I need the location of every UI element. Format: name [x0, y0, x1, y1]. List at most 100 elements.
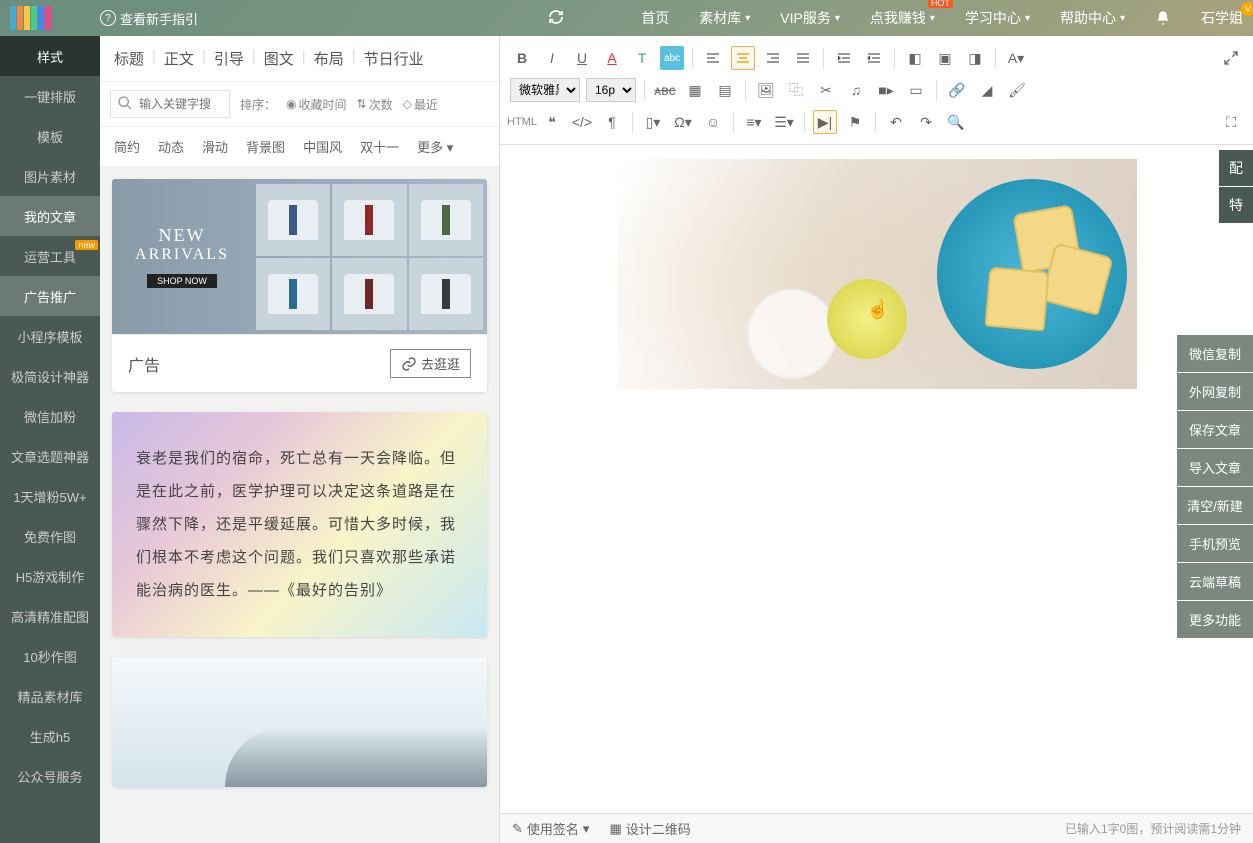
nav-materials[interactable]: 素材库: [699, 8, 750, 28]
tab-4[interactable]: 布局: [314, 48, 344, 69]
italic-button[interactable]: I: [540, 46, 564, 70]
sort-recent[interactable]: ◇ 最近: [403, 96, 438, 113]
qrcode-button[interactable]: ▦ 设计二维码: [609, 819, 690, 838]
align-center-button[interactable]: [731, 46, 755, 70]
tab-2[interactable]: 引导: [214, 48, 244, 69]
image-button[interactable]: 🖼: [754, 78, 778, 102]
grid-button[interactable]: ▤: [713, 78, 737, 102]
brush-button[interactable]: 🖌: [1005, 78, 1029, 102]
list-button[interactable]: ☰▾: [772, 110, 796, 134]
sidebar-item-11[interactable]: 1天增粉5W+: [0, 476, 100, 516]
sidebar-item-7[interactable]: 小程序模板: [0, 316, 100, 356]
page-button[interactable]: ▯▾: [641, 110, 665, 134]
action-4[interactable]: 清空/新建: [1177, 487, 1253, 524]
go-shopping-button[interactable]: 去逛逛: [390, 349, 471, 378]
bookmark-button[interactable]: ▶|: [813, 110, 837, 134]
bold-button[interactable]: B: [510, 46, 534, 70]
highlight-button[interactable]: abc: [660, 46, 684, 70]
sidebar-item-3[interactable]: 图片素材: [0, 156, 100, 196]
sidebar-item-13[interactable]: H5游戏制作: [0, 556, 100, 596]
video-button[interactable]: ■▸: [874, 78, 898, 102]
search-editor-button[interactable]: 🔍: [944, 110, 968, 134]
sidebar-item-8[interactable]: 极简设计神器: [0, 356, 100, 396]
template-card-bridge[interactable]: [112, 657, 487, 787]
sidebar-item-9[interactable]: 微信加粉: [0, 396, 100, 436]
sidebar-item-18[interactable]: 公众号服务: [0, 756, 100, 796]
redo-button[interactable]: ↷: [914, 110, 938, 134]
sidebar-item-17[interactable]: 生成h5: [0, 716, 100, 756]
sidebar-item-16[interactable]: 精品素材库: [0, 676, 100, 716]
sort-time[interactable]: ◉ 收藏时间: [286, 96, 347, 113]
underline-button[interactable]: U: [570, 46, 594, 70]
strikethrough-button[interactable]: ᴀʙᴄ: [653, 78, 677, 102]
card-button[interactable]: ▭: [904, 78, 928, 102]
float-right-button[interactable]: ◨: [963, 46, 987, 70]
template-card-quote[interactable]: 衰老是我们的宿命，死亡总有一天会降临。但是在此之前，医学护理可以决定这条道路是在…: [112, 412, 487, 637]
filter-4[interactable]: 中国风: [303, 137, 342, 156]
guide-link[interactable]: 查看新手指引: [100, 9, 198, 28]
search-box[interactable]: [110, 90, 230, 118]
logo[interactable]: [10, 3, 90, 33]
content-image[interactable]: ☝: [617, 159, 1137, 389]
nav-learn[interactable]: 学习中心: [965, 8, 1030, 28]
action-5[interactable]: 手机预览: [1177, 525, 1253, 562]
bell-icon[interactable]: [1155, 10, 1171, 26]
indent-left-button[interactable]: [832, 46, 856, 70]
signature-button[interactable]: ✎ 使用签名 ▾: [512, 819, 589, 838]
align-justify-button[interactable]: [791, 46, 815, 70]
action-3[interactable]: 导入文章: [1177, 449, 1253, 486]
indent-right-button[interactable]: [862, 46, 886, 70]
search-input[interactable]: [139, 97, 227, 111]
sidebar-item-4[interactable]: 我的文章: [0, 196, 100, 236]
filter-3[interactable]: 背景图: [246, 137, 285, 156]
filter-2[interactable]: 滑动: [202, 137, 228, 156]
template-card-ad[interactable]: NEW ARRIVALS SHOP NOW 广告 去逛逛: [112, 179, 487, 392]
editor-canvas[interactable]: ☝: [500, 145, 1253, 813]
float-none-button[interactable]: ▣: [933, 46, 957, 70]
tab-5[interactable]: 节日行业: [364, 48, 424, 69]
line-height-button[interactable]: ≡▾: [742, 110, 766, 134]
nav-vip[interactable]: VIP服务: [780, 8, 840, 28]
tab-1[interactable]: 正文: [164, 48, 194, 69]
sidebar-item-1[interactable]: 一键排版: [0, 76, 100, 116]
fullscreen-button[interactable]: ⛶: [1219, 110, 1243, 134]
align-right-button[interactable]: [761, 46, 785, 70]
undo-button[interactable]: ↶: [884, 110, 908, 134]
action-1[interactable]: 外网复制: [1177, 373, 1253, 410]
font-family-select[interactable]: 微软雅黑: [510, 78, 580, 102]
filter-5[interactable]: 双十一: [360, 137, 399, 156]
crop-button[interactable]: ✂: [814, 78, 838, 102]
nav-earn[interactable]: 点我赚钱HOT: [870, 8, 935, 28]
float-left-button[interactable]: ◧: [903, 46, 927, 70]
nav-help[interactable]: 帮助中心: [1060, 8, 1125, 28]
code-button[interactable]: </>: [570, 110, 594, 134]
bg-color-button[interactable]: T: [630, 46, 654, 70]
text-color-dropdown[interactable]: A▾: [1004, 46, 1028, 70]
sidebar-item-14[interactable]: 高清精准配图: [0, 596, 100, 636]
font-size-select[interactable]: 16px: [586, 78, 636, 102]
quote-button[interactable]: ❝: [540, 110, 564, 134]
tab-3[interactable]: 图文: [264, 48, 294, 69]
paragraph-button[interactable]: ¶: [600, 110, 624, 134]
template-list[interactable]: NEW ARRIVALS SHOP NOW 广告 去逛逛 衰老是我们的宿命，死亡…: [100, 167, 499, 843]
sidebar-item-10[interactable]: 文章选题神器: [0, 436, 100, 476]
flag-button[interactable]: ⚑: [843, 110, 867, 134]
refresh-icon[interactable]: [548, 9, 564, 28]
user-name[interactable]: 石学姐V: [1201, 8, 1243, 28]
tab-0[interactable]: 标题: [114, 48, 144, 69]
action-0[interactable]: 微信复制: [1177, 335, 1253, 372]
action-6[interactable]: 云端草稿: [1177, 563, 1253, 600]
sidebar-item-5[interactable]: 运营工具new: [0, 236, 100, 276]
omega-button[interactable]: Ω▾: [671, 110, 695, 134]
filter-1[interactable]: 动态: [158, 137, 184, 156]
filter-6[interactable]: 更多 ▾: [417, 137, 453, 156]
sidebar-item-0[interactable]: 样式: [0, 36, 100, 76]
expand-icon[interactable]: [1219, 46, 1243, 70]
font-color-button[interactable]: A: [600, 46, 624, 70]
sidebar-item-2[interactable]: 模板: [0, 116, 100, 156]
table-button[interactable]: ▦: [683, 78, 707, 102]
sidebar-item-6[interactable]: 广告推广: [0, 276, 100, 316]
right-tab-1[interactable]: 配: [1219, 150, 1253, 186]
emoji-button[interactable]: ☺: [701, 110, 725, 134]
right-tab-2[interactable]: 特: [1219, 187, 1253, 223]
